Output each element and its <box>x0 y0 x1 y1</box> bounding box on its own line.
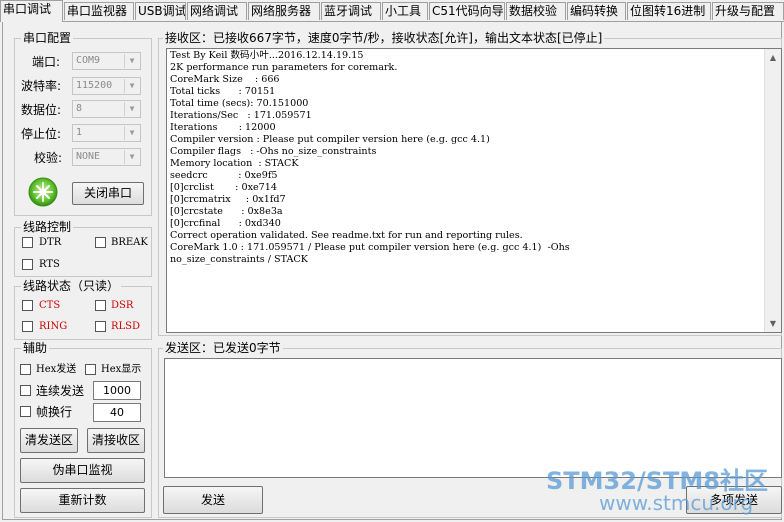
receive-line: Compiler flags : -Ohs no_size_constraint… <box>170 146 377 157</box>
hex-show-checkbox[interactable] <box>85 364 96 375</box>
baud-label: 波特率: <box>21 79 62 93</box>
frame-newline-input[interactable]: 40 <box>93 403 141 422</box>
chevron-down-icon: ▼ <box>124 54 139 68</box>
tab-c51-wizard[interactable]: C51代码向导 <box>429 2 505 20</box>
line-control-title: 线路控制 <box>21 220 74 234</box>
clear-send-button[interactable]: 清发送区 <box>20 428 78 453</box>
databits-label: 数据位: <box>21 103 62 117</box>
line-status-title: 线路状态（只读） <box>21 279 122 293</box>
hex-send-label: Hex发送 <box>36 364 77 375</box>
frame-newline-checkbox[interactable] <box>20 406 31 417</box>
tab-strip: 串口调试 串口监视器 USB调试 网络调试 网络服务器 蓝牙调试 小工具 C51… <box>0 0 784 22</box>
continuous-interval-input[interactable]: 1000 <box>93 381 141 400</box>
rlsd-indicator <box>95 321 106 332</box>
tab-upgrade-config[interactable]: 升级与配置 <box>712 2 784 20</box>
receive-line: CoreMark Size : 666 <box>170 74 280 85</box>
scroll-down-icon[interactable]: ▼ <box>765 315 781 332</box>
frame-newline-label: 帧换行 <box>36 405 73 419</box>
send-textarea[interactable] <box>164 358 782 478</box>
receive-line: Test By Keil 数码小叶...2016.12.14.19.15 <box>170 50 364 61</box>
rts-label: RTS <box>39 259 60 270</box>
baud-select[interactable]: 115200 ▼ <box>72 77 141 95</box>
port-open-status-icon <box>28 177 58 207</box>
hex-send-checkbox[interactable] <box>20 364 31 375</box>
recount-button[interactable]: 重新计数 <box>20 488 145 513</box>
receive-line: [0]crcfinal : 0xd340 <box>170 218 281 229</box>
tab-usb-debug[interactable]: USB调试 <box>135 2 186 20</box>
dsr-label: DSR <box>111 300 134 311</box>
pseudo-monitor-button[interactable]: 伪串口监视 <box>20 458 145 483</box>
tab-bluetooth-debug[interactable]: 蓝牙调试 <box>321 2 381 20</box>
tab-network-debug[interactable]: 网络调试 <box>187 2 247 20</box>
aux-title: 辅助 <box>21 341 50 355</box>
baud-value: 115200 <box>76 80 113 91</box>
receive-textarea[interactable]: Test By Keil 数码小叶...2016.12.14.19.15 2K … <box>166 48 782 333</box>
cts-label: CTS <box>39 300 61 311</box>
receive-output: Test By Keil 数码小叶...2016.12.14.19.15 2K … <box>167 49 781 267</box>
receive-line: Correct operation validated. See readme.… <box>170 230 523 241</box>
serial-config-title: 串口配置 <box>21 31 74 45</box>
hex-show-label: Hex显示 <box>101 364 142 375</box>
port-value: COM9 <box>76 55 101 66</box>
receive-line: Compiler version : Please put compiler v… <box>170 134 490 145</box>
parity-label: 校验: <box>34 151 63 165</box>
dtr-checkbox[interactable] <box>22 237 33 248</box>
receive-line: 2K performance run parameters for corema… <box>170 62 398 73</box>
dtr-label: DTR <box>39 237 62 248</box>
watermark-url: www.stmcu.org <box>599 491 754 515</box>
tab-bitmap-hex[interactable]: 位图转16进制 <box>627 2 711 20</box>
receive-line: seedcrc : 0xe9f5 <box>170 170 278 181</box>
receive-line: no_size_constraints / STACK <box>170 254 308 265</box>
receive-line: Memory location : STACK <box>170 158 299 169</box>
receive-line: [0]crcstate : 0x8e3a <box>170 206 283 217</box>
ring-label: RING <box>39 321 68 332</box>
chevron-down-icon: ▼ <box>124 79 139 93</box>
databits-select[interactable]: 8 ▼ <box>72 100 141 118</box>
receive-title: 接收区：已接收667字节，速度0字节/秒，接收状态[允许]，输出文本状态[已停止… <box>163 31 605 45</box>
parity-value: NONE <box>76 151 101 162</box>
tab-serial-debug[interactable]: 串口调试 <box>0 0 63 22</box>
break-checkbox[interactable] <box>95 237 106 248</box>
receive-line: [0]crclist : 0xe714 <box>170 182 277 193</box>
tab-data-checksum[interactable]: 数据校验 <box>506 2 566 20</box>
send-button[interactable]: 发送 <box>163 486 263 514</box>
receive-line: Total time (secs): 70.151000 <box>170 98 309 109</box>
stopbits-select[interactable]: 1 ▼ <box>72 124 141 142</box>
chevron-down-icon: ▼ <box>124 102 139 116</box>
tab-small-tools[interactable]: 小工具 <box>382 2 428 20</box>
dsr-indicator <box>95 300 106 311</box>
send-title: 发送区：已发送0字节 <box>163 341 283 355</box>
continuous-send-label: 连续发送 <box>36 384 85 398</box>
break-label: BREAK <box>111 237 148 248</box>
tab-serial-monitor[interactable]: 串口监视器 <box>64 2 134 20</box>
receive-line: Total ticks : 70151 <box>170 86 276 97</box>
clear-receive-button[interactable]: 清接收区 <box>87 428 145 453</box>
continuous-send-checkbox[interactable] <box>20 385 31 396</box>
receive-line: Iterations : 12000 <box>170 122 276 133</box>
close-port-button[interactable]: 关闭串口 <box>72 182 144 205</box>
cts-indicator <box>22 300 33 311</box>
parity-select[interactable]: NONE ▼ <box>72 148 141 166</box>
port-select[interactable]: COM9 ▼ <box>72 52 141 70</box>
receive-line: [0]crcmatrix : 0x1fd7 <box>170 194 286 205</box>
tab-encoding[interactable]: 编码转换 <box>567 2 626 20</box>
chevron-down-icon: ▼ <box>124 126 139 140</box>
scroll-up-icon[interactable]: ▲ <box>765 49 781 66</box>
receive-line: CoreMark 1.0 : 171.059571 / Please put c… <box>170 242 570 253</box>
rts-checkbox[interactable] <box>22 259 33 270</box>
ring-indicator <box>22 321 33 332</box>
databits-value: 8 <box>76 103 83 114</box>
port-label: 端口: <box>32 55 61 69</box>
receive-line: Iterations/Sec : 171.059571 <box>170 110 312 121</box>
tab-network-server[interactable]: 网络服务器 <box>248 2 320 20</box>
receive-scrollbar[interactable]: ▲ ▼ <box>764 49 781 332</box>
stopbits-label: 停止位: <box>21 127 62 141</box>
stopbits-value: 1 <box>76 127 83 138</box>
rlsd-label: RLSD <box>111 321 141 332</box>
chevron-down-icon: ▼ <box>124 150 139 164</box>
